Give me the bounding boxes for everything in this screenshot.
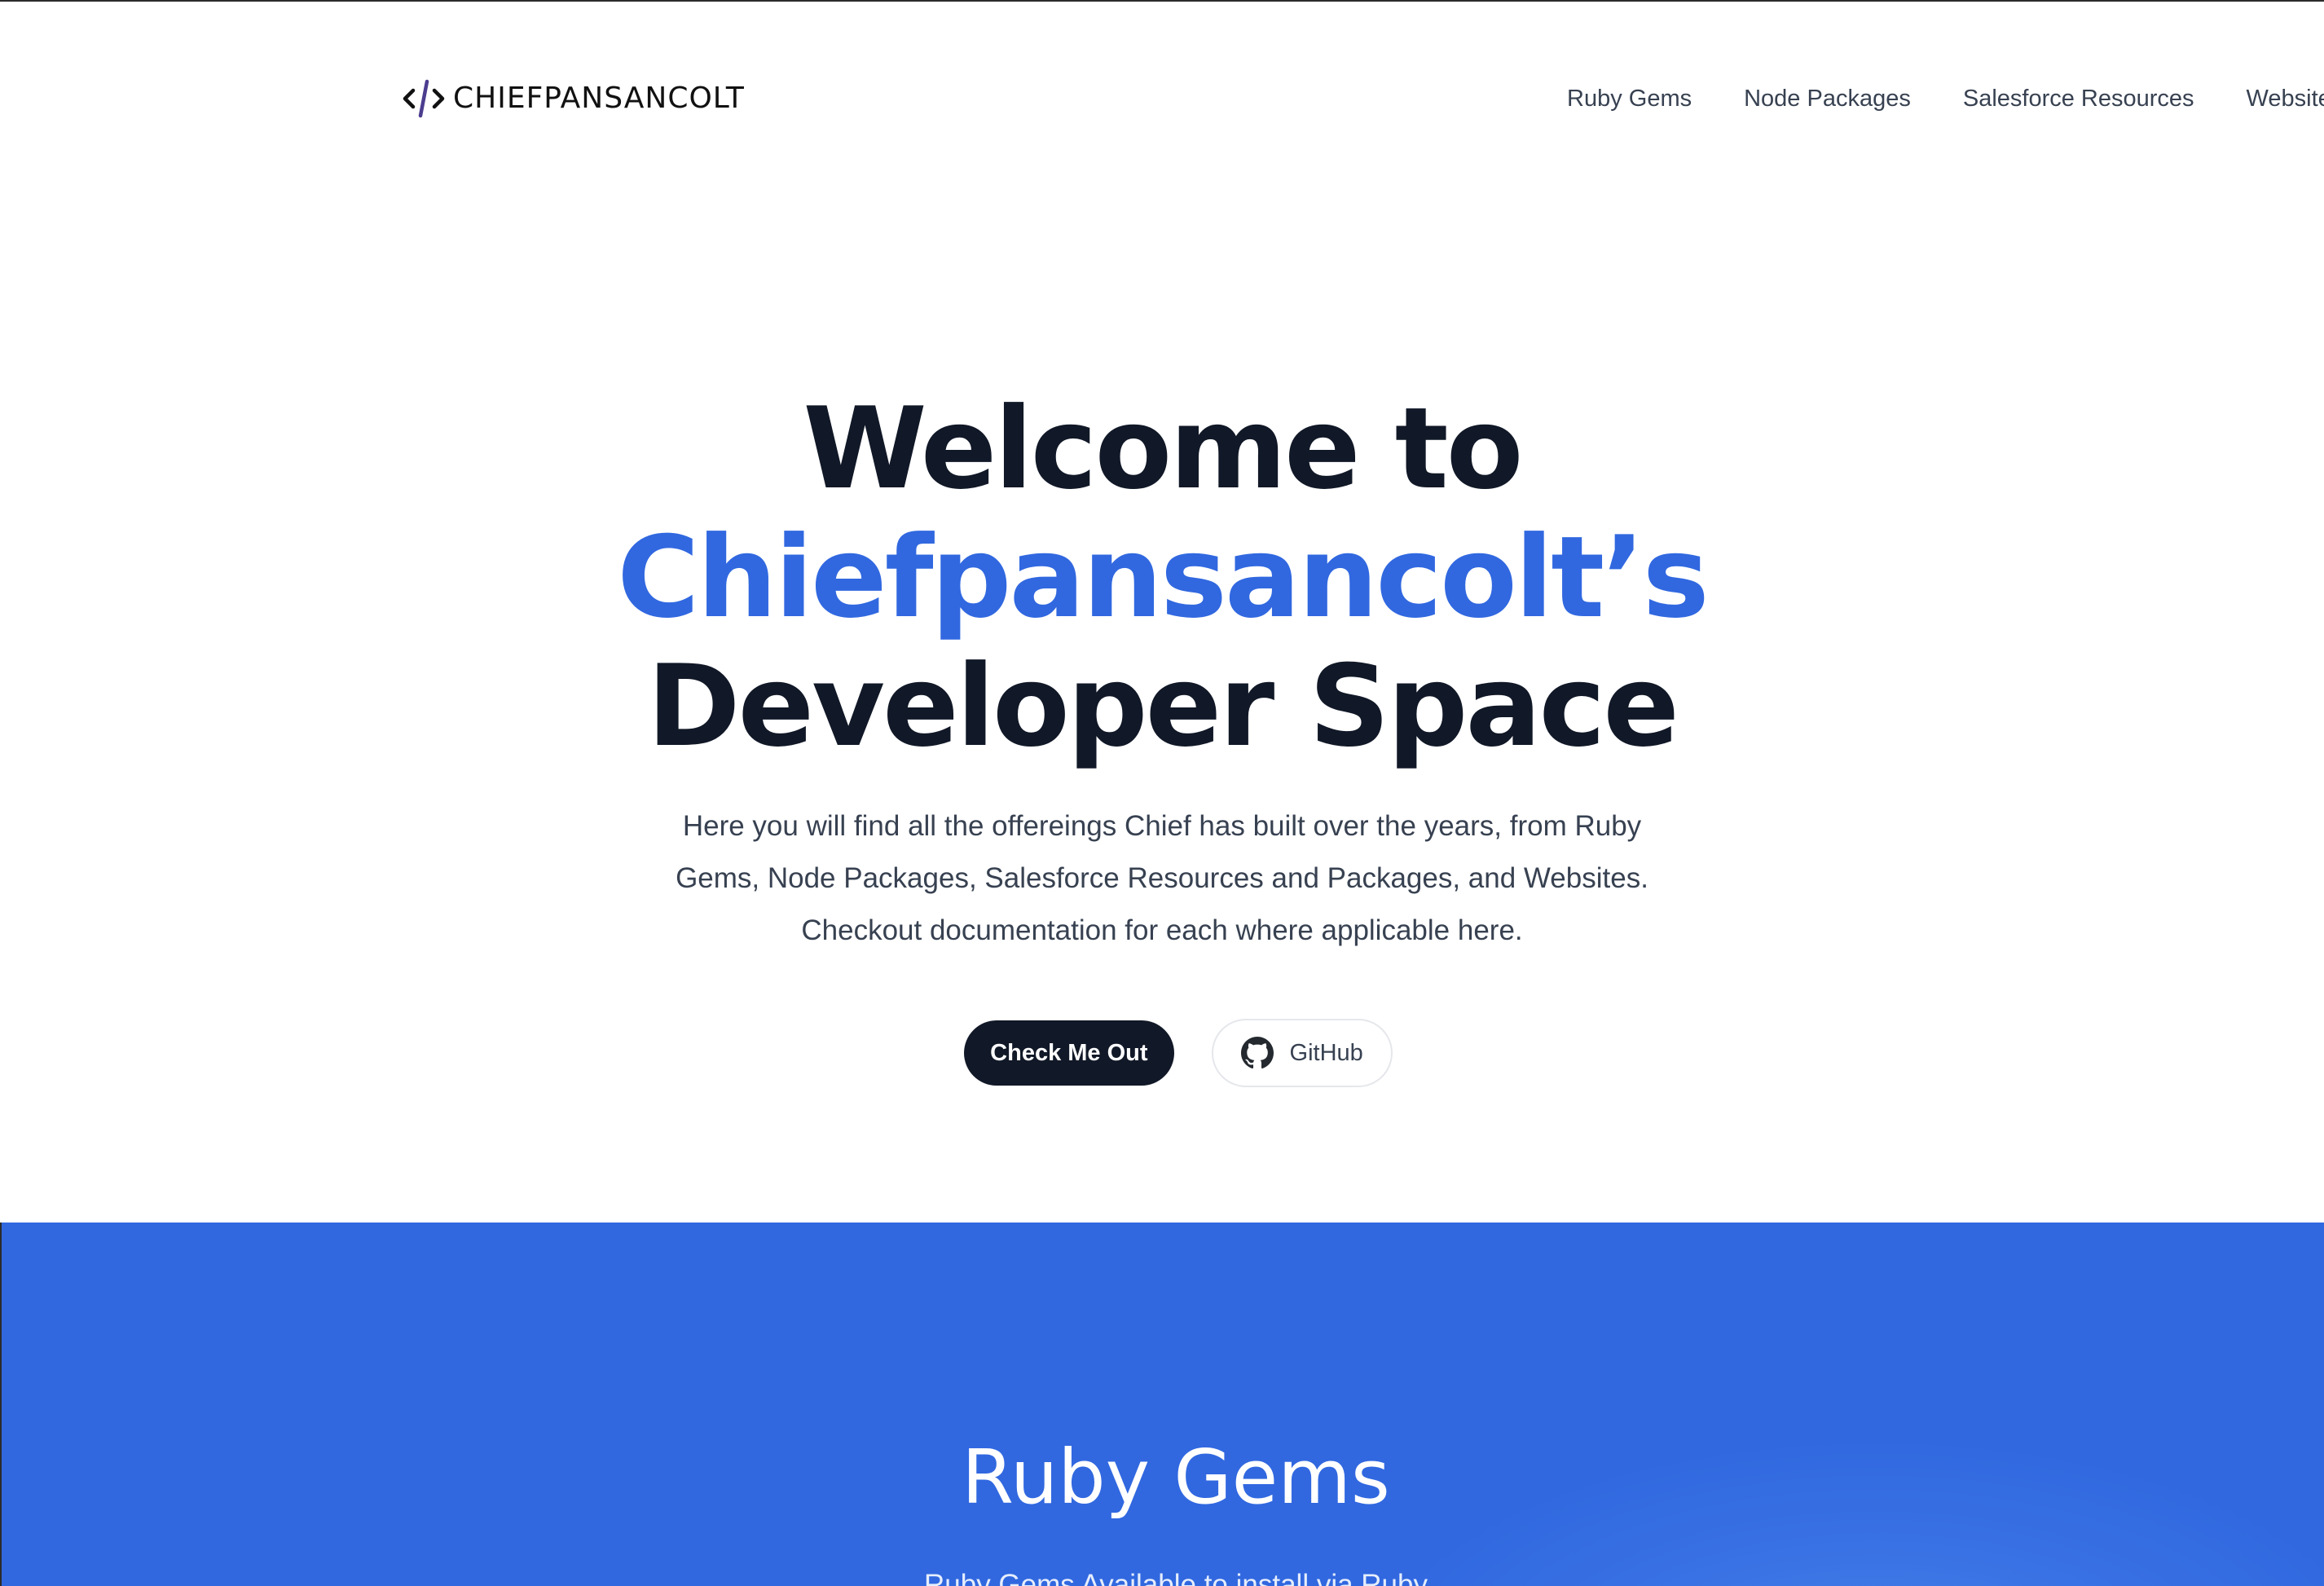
hero-title: Welcome to Chiefpansancolt’s Developer S… [0,385,2324,771]
github-button-label: GitHub [1289,1039,1363,1066]
main-nav: Ruby Gems Node Packages Salesforce Resou… [1567,80,2324,117]
ruby-gems-title: Ruby Gems [962,1434,1390,1521]
hero-title-line-1: Welcome to [803,383,1523,514]
ruby-gems-section: Ruby Gems Ruby Gems Available to install… [0,1223,2324,1586]
code-brackets-icon [403,79,445,118]
brand-name: CHIEFPANSANCOLT [453,82,745,115]
brand-logo[interactable]: CHIEFPANSANCOLT [403,78,745,119]
nav-item-node-packages[interactable]: Node Packages [1744,80,1911,117]
hero-title-line-3: Developer Space [647,641,1679,772]
github-button[interactable]: GitHub [1211,1019,1393,1087]
check-me-out-button[interactable]: Check Me Out [964,1020,1174,1086]
hero-title-highlight: Chiefpansancolt’s [617,512,1710,643]
nav-item-ruby-gems[interactable]: Ruby Gems [1567,80,1692,117]
ruby-gems-description: Ruby Gems Available to install via Ruby [924,1569,1428,1586]
page: CHIEFPANSANCOLT Ruby Gems Node Packages … [0,0,2324,1586]
nav-item-websites[interactable]: Websites [2247,80,2324,117]
nav-item-salesforce-resources[interactable]: Salesforce Resources [1963,80,2194,117]
github-icon [1240,1037,1274,1069]
hero-actions: Check Me Out GitHub [0,1019,2324,1087]
hero-section: Welcome to Chiefpansancolt’s Developer S… [0,385,2324,1087]
site-header: CHIEFPANSANCOLT Ruby Gems Node Packages … [0,2,2324,197]
hero-description: Here you will find all the offereings Ch… [676,810,1648,946]
